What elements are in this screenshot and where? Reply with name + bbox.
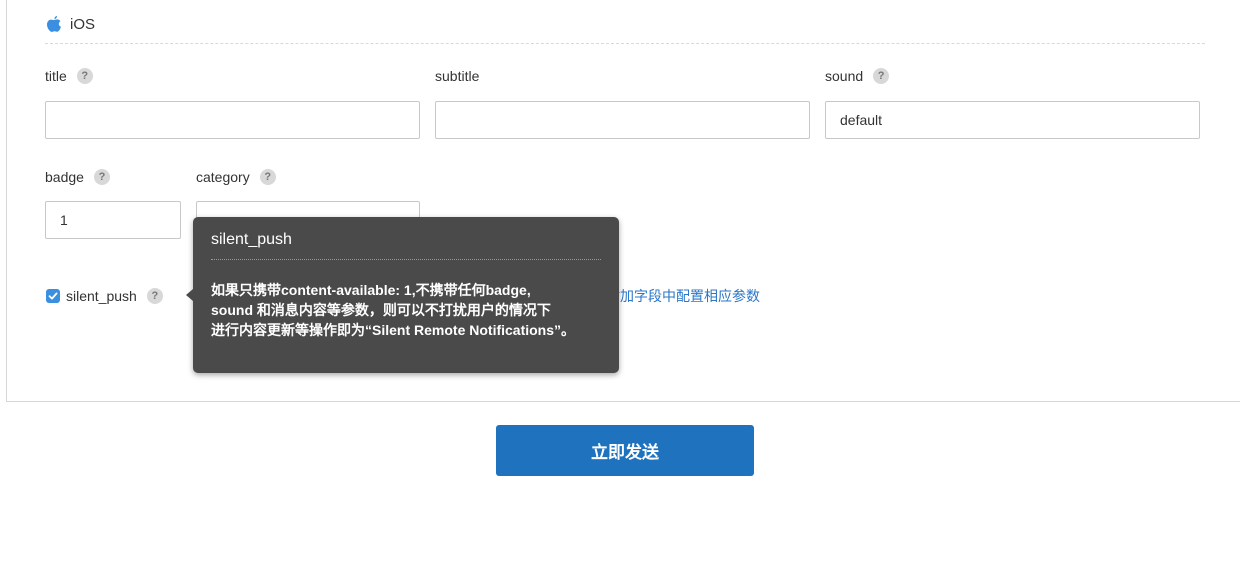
ios-section-header: iOS (46, 12, 95, 36)
sound-help-icon[interactable]: ? (873, 68, 890, 84)
title-help-icon[interactable]: ? (76, 68, 93, 84)
category-help-icon[interactable]: ? (259, 169, 276, 185)
sound-label-group: sound ? (825, 66, 890, 86)
silent-push-help-icon[interactable]: ? (146, 288, 163, 304)
category-label: category (196, 169, 250, 185)
title-input[interactable] (45, 101, 420, 139)
ios-section-title: iOS (70, 15, 96, 33)
sound-input[interactable]: default (825, 101, 1200, 139)
subtitle-label-group: subtitle (435, 66, 479, 86)
subtitle-input[interactable] (435, 101, 810, 139)
badge-input[interactable]: 1 (45, 201, 181, 239)
section-divider (45, 43, 1205, 44)
checkmark-icon (48, 292, 58, 300)
category-label-group: category ? (196, 167, 276, 187)
tooltip-line: sound 和消息内容等参数，则可以不打扰用户的情况下 (211, 302, 551, 318)
apple-icon (46, 15, 62, 33)
badge-label: badge (45, 169, 84, 185)
subtitle-label: subtitle (435, 68, 480, 84)
tooltip-divider (211, 259, 601, 260)
sound-label: sound (825, 68, 864, 84)
silent-push-row: silent_push ? (46, 285, 163, 307)
title-label-group: title ? (45, 66, 93, 86)
silent-push-checkbox[interactable] (46, 289, 60, 303)
tooltip-arrow (186, 289, 193, 301)
silent-push-label: silent_push (66, 288, 137, 304)
badge-help-icon[interactable]: ? (93, 169, 110, 185)
tooltip-line: 进行内容更新等操作即为“Silent Remote Notifications”… (211, 322, 576, 338)
silent-push-tooltip: silent_push 如果只携带content-available: 1,不携… (186, 217, 619, 373)
tooltip-body: 如果只携带content-available: 1,不携带任何badge, so… (211, 280, 601, 340)
badge-label-group: badge ? (45, 167, 110, 187)
title-label: title (45, 68, 67, 84)
tooltip-line: 如果只携带content-available: 1,不携带任何badge, (211, 282, 531, 298)
ios-config-panel (6, 0, 1240, 402)
tooltip-title: silent_push (211, 231, 292, 248)
send-now-button[interactable]: 立即发送 (496, 425, 754, 476)
